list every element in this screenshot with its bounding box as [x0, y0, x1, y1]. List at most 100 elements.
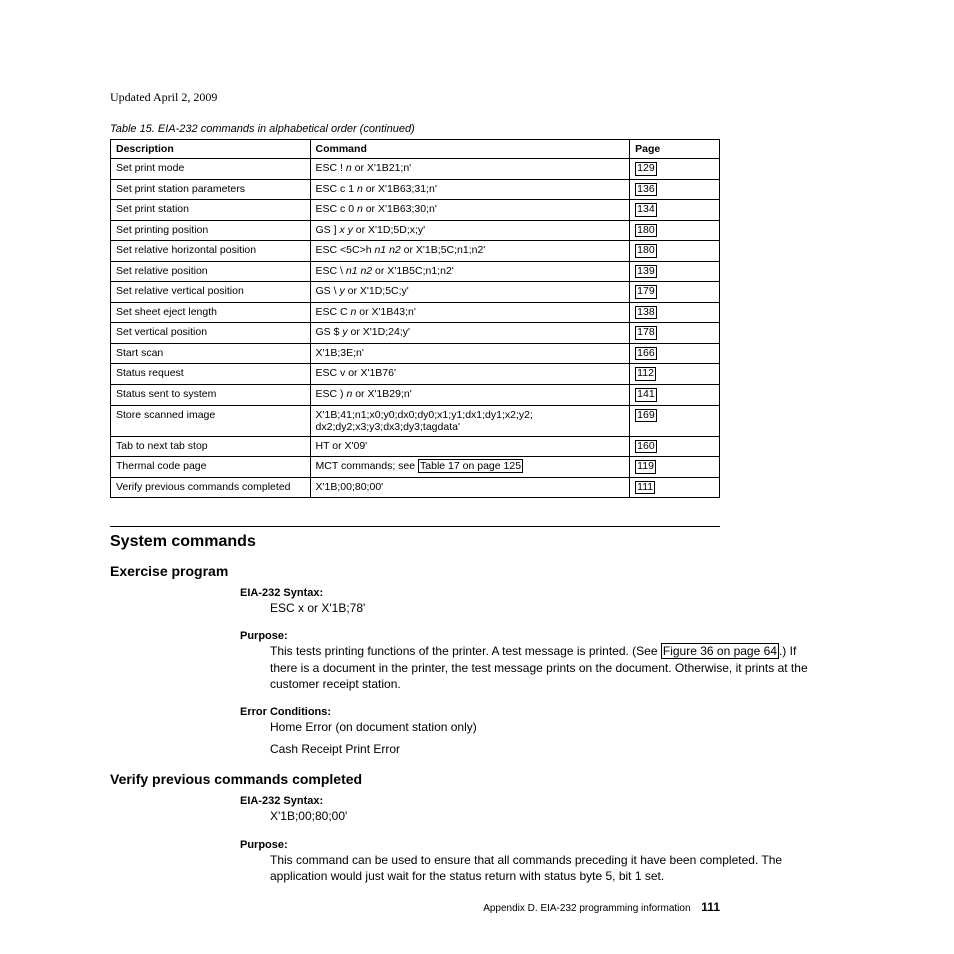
cell-command: ESC c 0 n or X'1B63;30;n' [310, 200, 630, 221]
cell-page: 178 [630, 323, 720, 344]
page-link[interactable]: 136 [635, 183, 657, 197]
cell-description: Set sheet eject length [111, 302, 311, 323]
cell-command: ESC ! n or X'1B21;n' [310, 159, 630, 180]
table-row: Set relative vertical positionGS \ y or … [111, 282, 720, 303]
page-link[interactable]: 139 [635, 265, 657, 279]
table-row: Set relative horizontal positionESC <5C>… [111, 241, 720, 262]
verify-syntax-block: EIA-232 Syntax: X'1B;00;80;00' [240, 795, 824, 824]
table-row: Status sent to systemESC ) n or X'1B29;n… [111, 385, 720, 406]
table-row: Verify previous commands completedX'1B;0… [111, 477, 720, 498]
page-link[interactable]: 179 [635, 285, 657, 299]
page-link[interactable]: 119 [635, 460, 656, 474]
cell-command: X'1B;00;80;00' [310, 477, 630, 498]
table-row: Set vertical positionGS $ y or X'1D;24;y… [111, 323, 720, 344]
table-row: Set sheet eject lengthESC C n or X'1B43;… [111, 302, 720, 323]
page-link[interactable]: 112 [635, 367, 656, 381]
cell-command: GS ] x y or X'1D;5D;x;y' [310, 220, 630, 241]
error-label: Error Conditions: [240, 706, 824, 718]
cell-command: X'1B;41;n1;x0;y0;dx0;dy0;x1;y1;dx1;dy1;x… [310, 405, 630, 436]
th-description: Description [111, 140, 311, 159]
cell-description: Set relative position [111, 261, 311, 282]
table-caption: Table 15. EIA-232 commands in alphabetic… [110, 123, 824, 135]
cell-description: Set vertical position [111, 323, 311, 344]
page-link[interactable]: 166 [635, 347, 657, 361]
error-body: Home Error (on document station only) Ca… [270, 719, 824, 757]
error-1: Home Error (on document station only) [270, 719, 824, 735]
cell-description: Status sent to system [111, 385, 311, 406]
syntax-body: ESC x or X'1B;78' [270, 600, 824, 616]
cell-page: 119 [630, 457, 720, 478]
cell-page: 112 [630, 364, 720, 385]
table-row: Tab to next tab stopHT or X'09'160 [111, 436, 720, 457]
cell-description: Set print mode [111, 159, 311, 180]
footer-text: Appendix D. EIA-232 programming informat… [483, 903, 690, 914]
figure-link[interactable]: Figure 36 on page 64 [661, 643, 779, 659]
cell-page: 169 [630, 405, 720, 436]
page-link[interactable]: 141 [635, 388, 657, 402]
cell-command: ESC C n or X'1B43;n' [310, 302, 630, 323]
page-link[interactable]: 180 [635, 244, 657, 258]
cell-page: 141 [630, 385, 720, 406]
cell-command: GS $ y or X'1D;24;y' [310, 323, 630, 344]
table-link[interactable]: Table 17 on page 125 [418, 459, 523, 473]
cell-command: HT or X'09' [310, 436, 630, 457]
purpose-text-pre: This tests printing functions of the pri… [270, 644, 661, 658]
table-row: Store scanned imageX'1B;41;n1;x0;y0;dx0;… [111, 405, 720, 436]
cell-description: Start scan [111, 343, 311, 364]
page-link[interactable]: 129 [635, 162, 657, 176]
table-row: Status requestESC v or X'1B76'112 [111, 364, 720, 385]
footer-page-number: 111 [701, 900, 720, 914]
cell-page: 134 [630, 200, 720, 221]
syntax-body: X'1B;00;80;00' [270, 808, 824, 824]
commands-table: Description Command Page Set print modeE… [110, 139, 720, 498]
cell-page: 166 [630, 343, 720, 364]
page-footer: Appendix D. EIA-232 programming informat… [110, 900, 720, 914]
system-commands-heading: System commands [110, 533, 824, 551]
page-link[interactable]: 138 [635, 306, 657, 320]
exercise-syntax-block: EIA-232 Syntax: ESC x or X'1B;78' [240, 587, 824, 616]
cell-page: 138 [630, 302, 720, 323]
purpose-body: This command can be used to ensure that … [270, 852, 824, 884]
cell-command: ESC v or X'1B76' [310, 364, 630, 385]
cell-command: ESC c 1 n or X'1B63;31;n' [310, 179, 630, 200]
syntax-label: EIA-232 Syntax: [240, 795, 824, 807]
exercise-purpose-block: Purpose: This tests printing functions o… [240, 630, 824, 692]
exercise-program-heading: Exercise program [110, 563, 824, 579]
cell-page: 179 [630, 282, 720, 303]
page-link[interactable]: 134 [635, 203, 657, 217]
cell-description: Set printing position [111, 220, 311, 241]
table-row: Start scanX'1B;3E;n' 166 [111, 343, 720, 364]
cell-description: Set relative horizontal position [111, 241, 311, 262]
page-link[interactable]: 169 [635, 409, 657, 423]
updated-date: Updated April 2, 2009 [110, 90, 824, 105]
page-link[interactable]: 180 [635, 224, 657, 238]
cell-page: 136 [630, 179, 720, 200]
table-row: Set printing positionGS ] x y or X'1D;5D… [111, 220, 720, 241]
cell-page: 129 [630, 159, 720, 180]
table-row: Set print station parametersESC c 1 n or… [111, 179, 720, 200]
cell-description: Thermal code page [111, 457, 311, 478]
cell-description: Set relative vertical position [111, 282, 311, 303]
cell-command: X'1B;3E;n' [310, 343, 630, 364]
verify-purpose-block: Purpose: This command can be used to ens… [240, 839, 824, 884]
th-command: Command [310, 140, 630, 159]
purpose-label: Purpose: [240, 630, 824, 642]
cell-command: MCT commands; see Table 17 on page 125 [310, 457, 630, 478]
th-page: Page [630, 140, 720, 159]
exercise-error-block: Error Conditions: Home Error (on documen… [240, 706, 824, 757]
cell-description: Verify previous commands completed [111, 477, 311, 498]
cell-command: ESC <5C>h n1 n2 or X'1B;5C;n1;n2' [310, 241, 630, 262]
error-2: Cash Receipt Print Error [270, 741, 824, 757]
cell-page: 160 [630, 436, 720, 457]
table-row: Set print modeESC ! n or X'1B21;n' 129 [111, 159, 720, 180]
cell-page: 111 [630, 477, 720, 498]
section-divider [110, 526, 720, 527]
cell-page: 180 [630, 241, 720, 262]
page-link[interactable]: 178 [635, 326, 657, 340]
cell-description: Set print station [111, 200, 311, 221]
page-link[interactable]: 111 [635, 481, 655, 495]
cell-command: ESC \ n1 n2 or X'1B5C;n1;n2' [310, 261, 630, 282]
page-link[interactable]: 160 [635, 440, 657, 454]
table-row: Thermal code pageMCT commands; see Table… [111, 457, 720, 478]
cell-page: 180 [630, 220, 720, 241]
